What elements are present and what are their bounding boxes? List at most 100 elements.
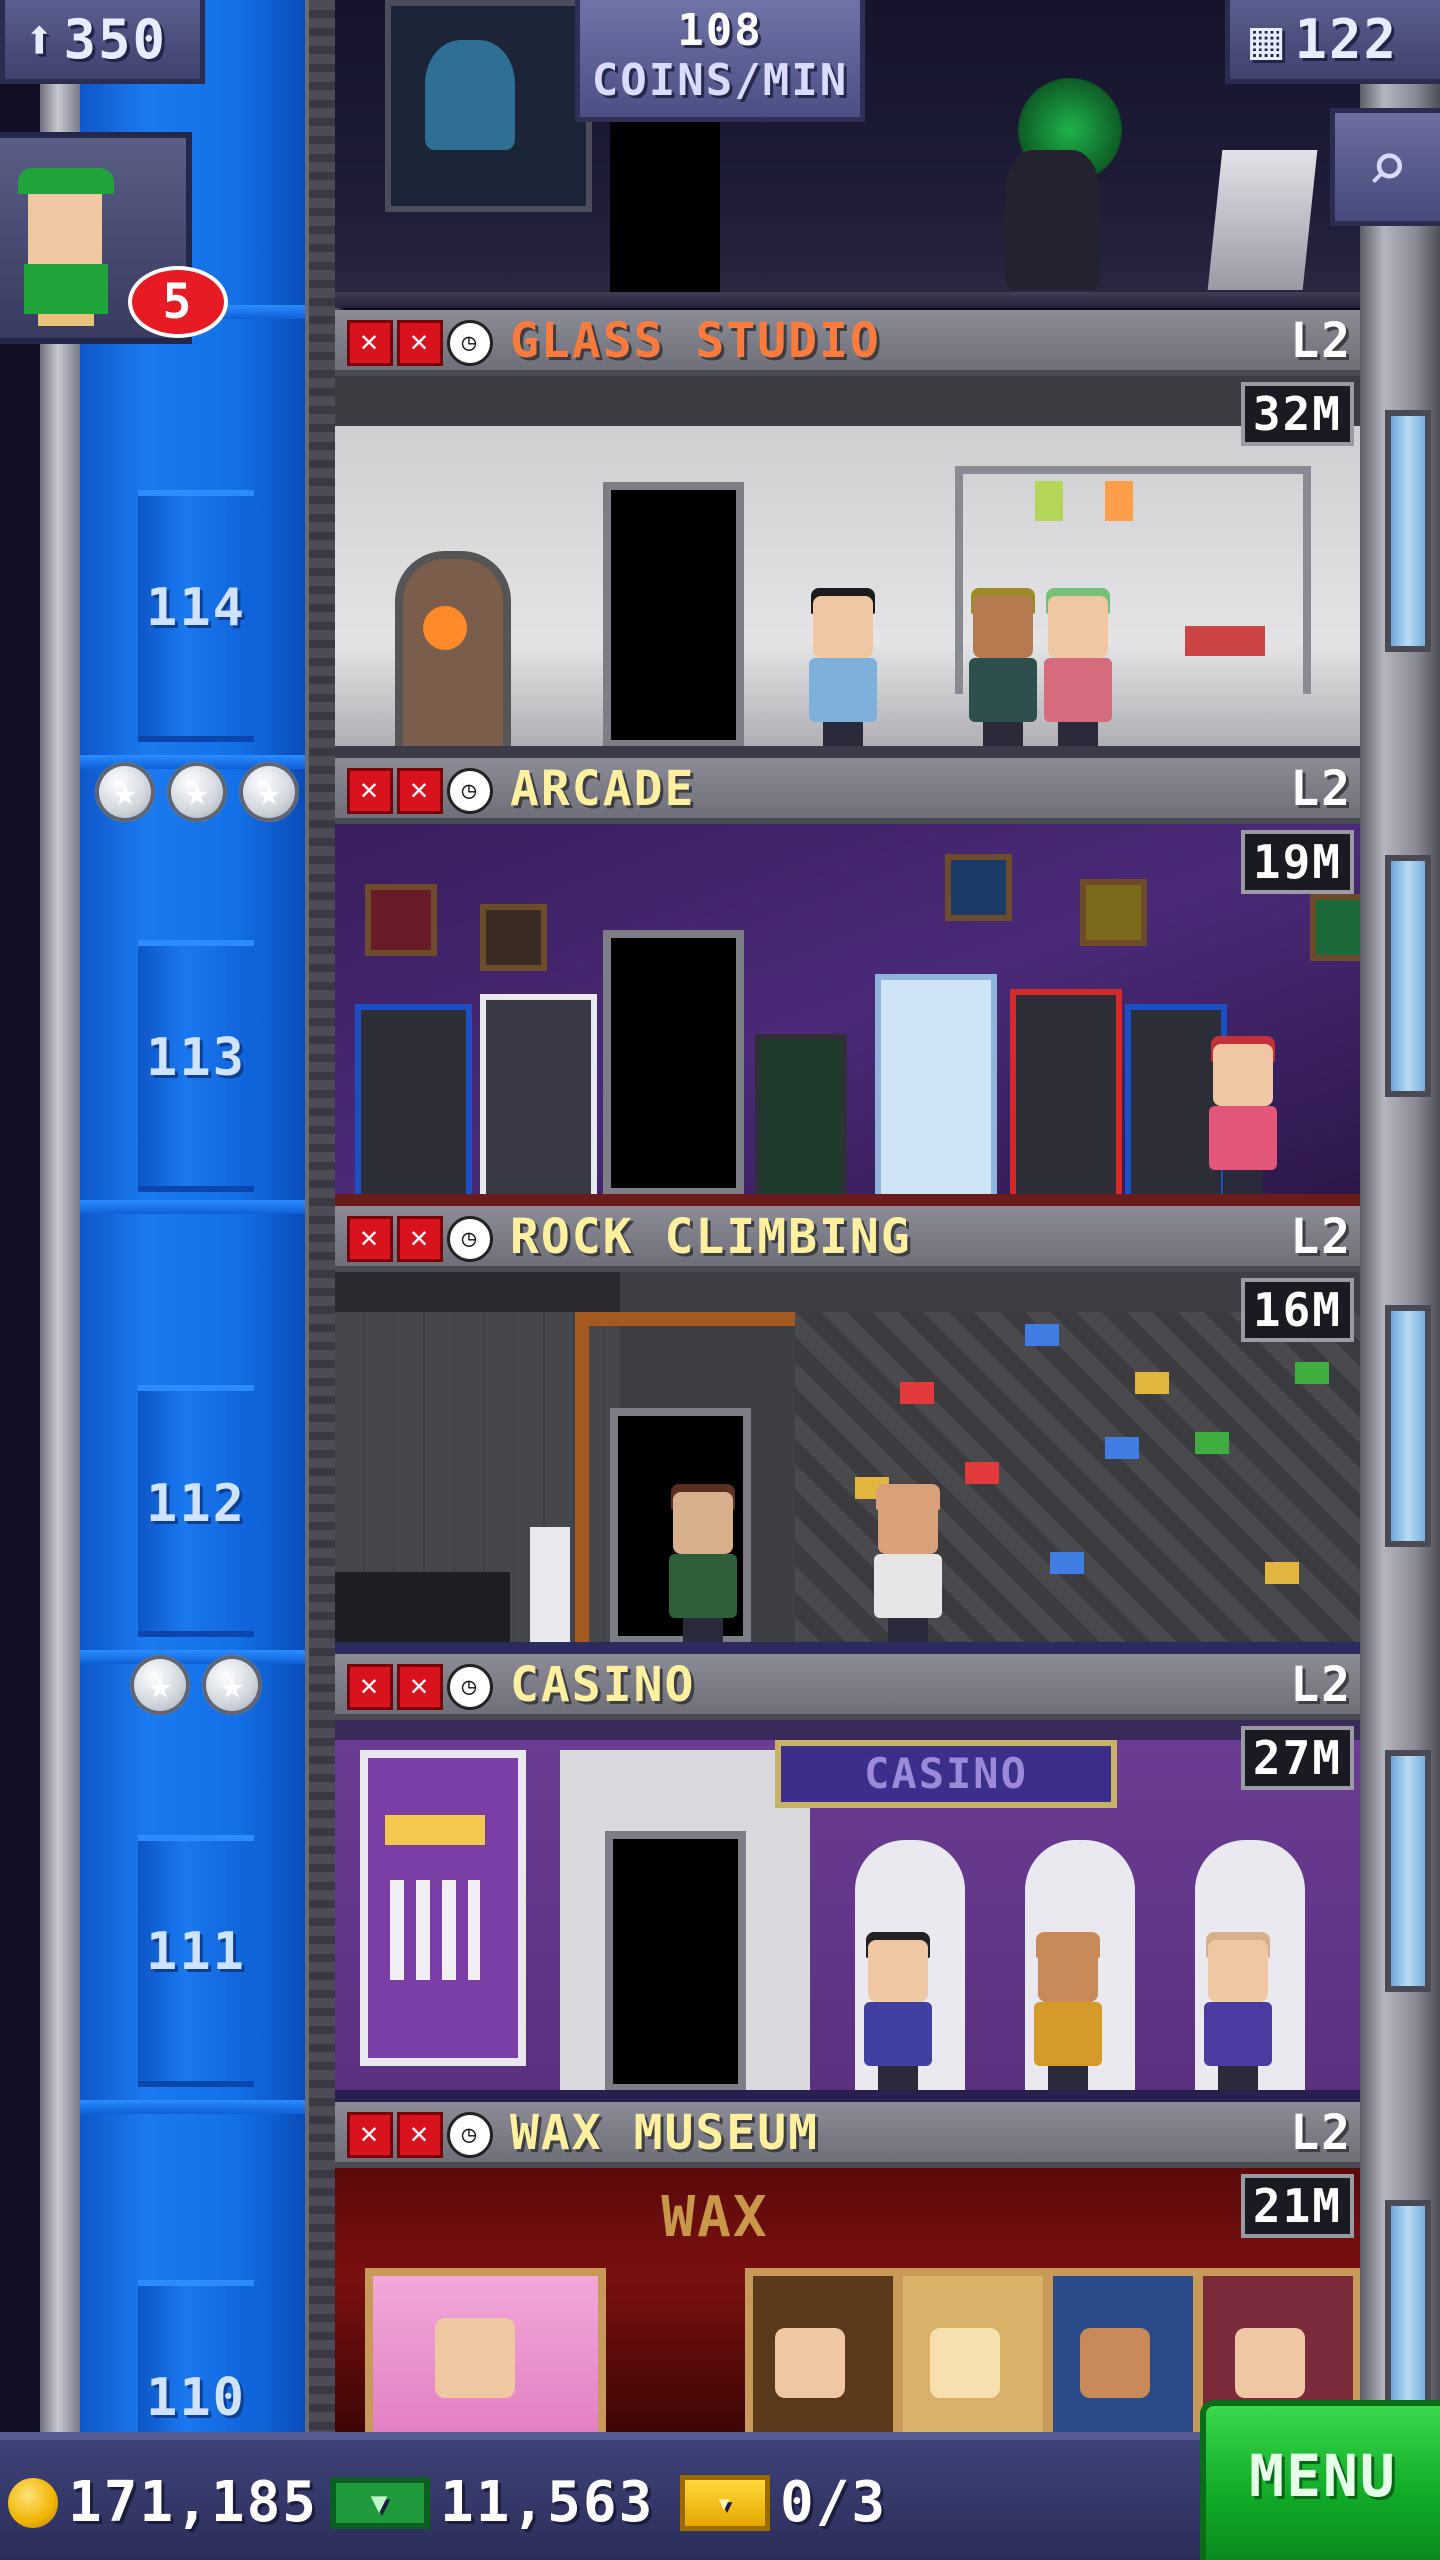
search-button[interactable]: ⌕	[1330, 108, 1440, 226]
bitizen[interactable]	[1030, 1932, 1106, 2090]
kiln-fire	[423, 606, 467, 650]
stock-empty-icon: ✕	[347, 2112, 393, 2158]
population-counter[interactable]: ⬆ 350	[0, 0, 205, 84]
notification-badge: 5	[128, 266, 228, 338]
room-glass-studio	[335, 376, 1360, 758]
elevator-rail	[40, 0, 80, 2440]
bitizen[interactable]	[1200, 1932, 1276, 2090]
coins-per-minute[interactable]: 108 COINS/MIN	[575, 0, 865, 122]
climbing-hold	[1025, 1324, 1059, 1346]
wax-figure	[775, 2328, 845, 2398]
floor-header: ✕ ✕ ◷ CASINO L2	[335, 1654, 1360, 1720]
coins-rate-label: COINS/MIN	[591, 55, 849, 106]
bitizen[interactable]	[1040, 588, 1116, 746]
wall-plaque	[385, 1815, 485, 1845]
floor-header: ✕ ✕ ◷ ROCK CLIMBING L2	[335, 1206, 1360, 1272]
poster-figure	[425, 40, 515, 150]
stock-empty-icon: ✕	[397, 768, 443, 814]
floor-timer: 21M	[1240, 2174, 1354, 2238]
arcade-cabinet	[755, 1034, 847, 1206]
floor-rock-climbing[interactable]: ✕ ✕ ◷ ROCK CLIMBING L2 16M	[335, 1206, 1360, 1654]
climbing-hold	[1105, 1437, 1139, 1459]
coin-icon	[8, 2478, 58, 2528]
stock-empty-icon: ✕	[347, 320, 393, 366]
bitizen[interactable]	[665, 1484, 741, 1642]
star-icon: ★	[95, 762, 155, 822]
menu-button[interactable]: MENU	[1200, 2400, 1440, 2560]
arcade-cabinet	[355, 1004, 472, 1206]
door	[610, 120, 720, 295]
floor-number-114: 114	[146, 578, 246, 638]
wall-frame	[945, 854, 1012, 921]
door	[605, 1831, 746, 2092]
room-rock-climbing	[335, 1272, 1360, 1654]
floor-stars-111: ★ ★	[130, 1655, 262, 1715]
floor-line	[335, 2090, 1360, 2102]
bitizen[interactable]	[870, 1484, 946, 1642]
wall-frame	[480, 904, 547, 971]
door	[603, 482, 744, 748]
floor-stars-113: ★ ★ ★	[95, 762, 299, 822]
window	[1385, 410, 1431, 652]
floor-number-113: 113	[146, 1028, 246, 1088]
floor-name: ROCK CLIMBING	[510, 1209, 912, 1265]
coins-display[interactable]: 171,185	[8, 2468, 318, 2538]
climbing-hold	[900, 1382, 934, 1404]
bitizen[interactable]	[965, 588, 1041, 746]
climbing-hold	[1050, 1552, 1084, 1574]
bitizen[interactable]	[1205, 1036, 1281, 1194]
floor-number-111: 111	[146, 1922, 246, 1982]
floor-arcade[interactable]: ✕ ✕ ◷ ARCADE L2 19M	[335, 758, 1360, 1206]
stock-empty-icon: ✕	[397, 1216, 443, 1262]
clock-icon: ◷	[447, 320, 493, 366]
bitizen[interactable]	[805, 588, 881, 746]
floor-level: L2	[1290, 1209, 1352, 1265]
wax-figure	[930, 2328, 1000, 2398]
star-icon: ★	[239, 762, 299, 822]
floor-casino[interactable]: ✕ ✕ ◷ CASINO L2 27M CASINO	[335, 1654, 1360, 2102]
floor-timer: 19M	[1240, 830, 1354, 894]
costumed-bitizen[interactable]	[1005, 150, 1100, 290]
kiosk	[1207, 150, 1318, 290]
floor-line	[335, 746, 1360, 758]
clock-icon: ◷	[447, 1664, 493, 1710]
shaft-band	[80, 1200, 305, 1214]
floor-name: WAX MUSEUM	[510, 2105, 819, 2161]
floor-counter[interactable]: ▦ 122	[1225, 0, 1440, 84]
floor-header: ✕ ✕ ◷ WAX MUSEUM L2	[335, 2102, 1360, 2168]
floor-line	[335, 1642, 1360, 1654]
floor-name: GLASS STUDIO	[510, 313, 881, 369]
building-icon: ▦	[1250, 7, 1285, 71]
floor-line	[335, 1194, 1360, 1206]
bitizen[interactable]	[860, 1932, 936, 2090]
climbing-hold	[1135, 1372, 1169, 1394]
floor-level: L2	[1290, 2105, 1352, 2161]
stock-empty-icon: ✕	[347, 768, 393, 814]
wall-frame	[1080, 879, 1147, 946]
wall-frame	[365, 884, 437, 956]
stock-empty-icon: ✕	[397, 320, 443, 366]
window	[1385, 855, 1431, 1097]
glass-vase	[1035, 481, 1063, 521]
floor-wax-museum[interactable]: ✕ ✕ ◷ WAX MUSEUM L2 21M WAX	[335, 2102, 1360, 2440]
counter	[335, 1572, 510, 1642]
door	[603, 930, 744, 1196]
wall-columns	[390, 1880, 480, 1980]
climbing-hold	[1295, 1362, 1329, 1384]
arcade-cabinet	[480, 994, 597, 1206]
wax-figure	[1235, 2328, 1305, 2398]
bux-icon: ▼	[330, 2477, 430, 2529]
floor-timer: 16M	[1240, 1278, 1354, 1342]
window	[1385, 1305, 1431, 1547]
floor-count-value: 122	[1294, 7, 1399, 71]
star-icon: ★	[202, 1655, 262, 1715]
bitizen-notification-button[interactable]: 5	[0, 132, 228, 344]
tickets-display[interactable]: ▾ 0/3	[680, 2468, 887, 2538]
floor-number-110: 110	[146, 2368, 246, 2428]
shaft-band	[80, 2100, 305, 2114]
wax-figure	[1080, 2328, 1150, 2398]
floor-glass-studio[interactable]: ✕ ✕ ◷ GLASS STUDIO L2 32M	[335, 310, 1360, 758]
bux-display[interactable]: ▼ 11,563	[330, 2468, 654, 2538]
coins-rate-value: 108	[677, 5, 763, 56]
clock-icon: ◷	[447, 2112, 493, 2158]
